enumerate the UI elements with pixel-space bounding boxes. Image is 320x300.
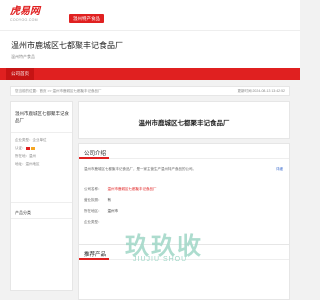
logo-text: 虎易网: [10, 6, 40, 17]
row-label: 企业类型：: [15, 138, 33, 142]
cert-badge-icon: [25, 146, 30, 150]
breadcrumb-path[interactable]: 您当前的位置：首页 >> 温州市鹿城区七都聚丰记食品厂: [15, 89, 102, 94]
section-accent: [79, 258, 109, 260]
top-bar: 虎易网 COOYOO.COM 温州特产食品: [0, 0, 300, 30]
title-panel: 温州市鹿城区七都聚丰记食品厂: [78, 101, 290, 139]
divider: [11, 202, 72, 203]
info-value: 温州市: [107, 209, 119, 213]
logo-subtext: COOYOO.COM: [10, 18, 38, 22]
info-label: 所在地区：: [84, 209, 102, 213]
site-logo[interactable]: 虎易网 COOYOO.COM: [10, 6, 46, 23]
info-label: 企业类型：: [84, 220, 102, 224]
info-row-license: 营业执照： 有: [84, 198, 111, 203]
category-tag[interactable]: 温州特产食品: [69, 14, 104, 23]
intro-section-title: 公司介绍: [84, 151, 107, 157]
main-nav: 公司首页: [0, 68, 300, 80]
company-title: 温州市鹿城区七都聚丰记食品厂: [11, 41, 123, 50]
section-underline: [79, 157, 289, 159]
watermark-subtext: JIUJIU SHOU: [133, 256, 188, 263]
update-time: 更新时间:2024-08-13 13:42:52: [237, 89, 285, 93]
products-section-title: 推荐产品: [84, 252, 107, 258]
row-label: 认证：: [15, 146, 26, 150]
sidebar-row-type: 企业类型：企业单位: [15, 138, 47, 143]
product-category-title: 产品分类: [15, 210, 31, 215]
row-value: 温州: [29, 154, 36, 158]
more-link[interactable]: 详细: [276, 167, 283, 172]
row-label: 地址：: [15, 162, 26, 166]
divider: [11, 132, 72, 133]
info-row-name: 公司名称： 温州市鹿城区七都聚丰记食品厂: [84, 187, 157, 192]
license-badge-icon: [30, 146, 35, 150]
company-subtitle: 温州特产食品: [11, 54, 35, 59]
info-row-type: 企业类型：: [84, 220, 108, 225]
sidebar-row-location: 所在地：温州: [15, 154, 36, 159]
company-header: 温州市鹿城区七都聚丰记食品厂 温州特产食品: [0, 30, 300, 68]
info-value: 有: [107, 198, 112, 202]
company-sidebar: 温州市鹿城区七都聚丰记食品厂 企业类型：企业单位 认证： 所在地：温州 地址：温…: [10, 101, 73, 291]
sidebar-row-cert: 认证：: [15, 146, 36, 151]
info-label: 营业执照：: [84, 198, 102, 202]
sidebar-row-address: 地址：温州地区: [15, 162, 40, 167]
sidebar-company-name[interactable]: 温州市鹿城区七都聚丰记食品厂: [15, 110, 71, 124]
row-label: 所在地：: [15, 154, 29, 158]
row-value: 企业单位: [32, 138, 47, 142]
main-company-title: 温州市鹿城区七都聚丰记食品厂: [138, 120, 230, 127]
row-value: 温州地区: [25, 162, 40, 166]
breadcrumb: 您当前的位置：首页 >> 温州市鹿城区七都聚丰记食品厂 更新时间:2024-08…: [10, 86, 290, 96]
info-row-region: 所在地区： 温州市: [84, 209, 118, 214]
section-accent: [79, 157, 109, 159]
divider: [11, 218, 72, 219]
info-value[interactable]: 温州市鹿城区七都聚丰记食品厂: [108, 187, 157, 191]
main-content: 温州市鹿城区七都聚丰记食品厂 公司介绍 温州市鹿城区七都聚丰记食品厂，是一家主营…: [78, 101, 290, 300]
nav-item-home[interactable]: 公司首页: [6, 68, 34, 80]
intro-text: 温州市鹿城区七都聚丰记食品厂，是一家主营生产温州特产食品的公司。: [84, 167, 196, 171]
info-label: 公司名称：: [84, 187, 102, 191]
